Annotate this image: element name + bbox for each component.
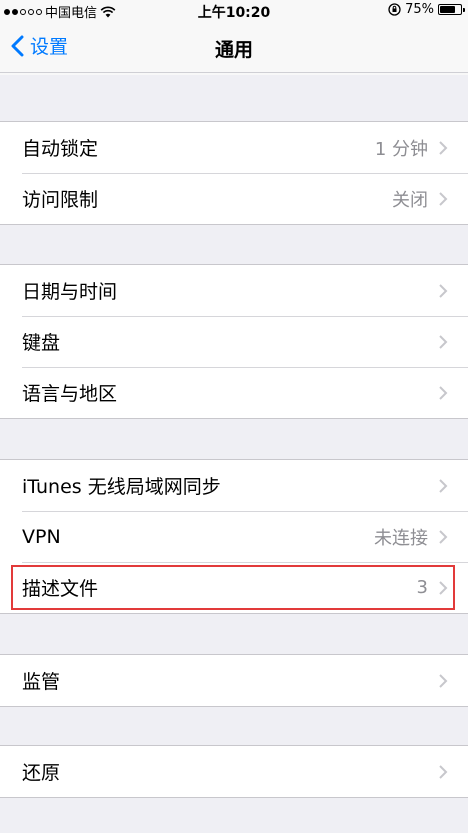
chevron-right-icon	[439, 141, 448, 155]
settings-group-network: iTunes 无线局域网同步 VPN 未连接 描述文件 3	[0, 459, 468, 614]
chevron-right-icon	[439, 192, 448, 206]
settings-group-lock: 自动锁定 1 分钟 访问限制 关闭	[0, 121, 468, 225]
row-value: 1 分钟	[374, 138, 428, 160]
settings-group-locale: 日期与时间 键盘 语言与地区	[0, 264, 468, 419]
supervision-row[interactable]: 监管	[0, 655, 468, 706]
status-right: 75%	[388, 2, 465, 17]
row-label: 自动锁定	[22, 138, 99, 160]
chevron-right-icon	[439, 581, 448, 595]
profiles-row[interactable]: 描述文件 3	[0, 562, 468, 613]
row-value: 关闭	[392, 189, 428, 211]
screen: 中国电信 上午10:20 75% 设置 通用 自动锁定 1 分钟 访问限制 关闭…	[0, 0, 468, 833]
nav-divider	[0, 72, 468, 73]
chevron-right-icon	[439, 674, 448, 688]
row-label: 还原	[22, 762, 61, 784]
chevron-right-icon	[439, 386, 448, 400]
vpn-row[interactable]: VPN 未连接	[0, 511, 468, 562]
chevron-right-icon	[439, 479, 448, 493]
top-bar: 中国电信 上午10:20 75% 设置 通用	[0, 0, 468, 75]
restrictions-row[interactable]: 访问限制 关闭	[0, 173, 468, 224]
row-label: 监管	[22, 671, 61, 693]
row-label: iTunes 无线局域网同步	[22, 476, 221, 498]
chevron-right-icon	[439, 530, 448, 544]
battery-icon	[438, 4, 465, 15]
chevron-right-icon	[439, 765, 448, 779]
row-label: 访问限制	[22, 189, 99, 211]
keyboard-row[interactable]: 键盘	[0, 316, 468, 367]
chevron-right-icon	[439, 284, 448, 298]
language-region-row[interactable]: 语言与地区	[0, 367, 468, 418]
auto-lock-row[interactable]: 自动锁定 1 分钟	[0, 122, 468, 173]
battery-percent: 75%	[405, 2, 434, 17]
orientation-lock-icon	[388, 3, 401, 16]
settings-group-supervision: 监管	[0, 654, 468, 707]
status-bar: 中国电信 上午10:20 75%	[0, 0, 468, 22]
row-label: 描述文件	[22, 578, 99, 600]
settings-group-reset: 还原	[0, 745, 468, 798]
date-time-row[interactable]: 日期与时间	[0, 265, 468, 316]
row-label: VPN	[22, 525, 61, 548]
page-title: 通用	[214, 39, 253, 61]
row-value: 3	[416, 577, 428, 598]
navigation-bar: 设置 通用	[0, 22, 468, 72]
row-label: 语言与地区	[22, 383, 118, 405]
row-label: 日期与时间	[22, 281, 118, 303]
reset-row[interactable]: 还原	[0, 746, 468, 797]
itunes-wifi-sync-row[interactable]: iTunes 无线局域网同步	[0, 460, 468, 511]
row-value: 未连接	[374, 527, 428, 549]
row-label: 键盘	[22, 332, 61, 354]
chevron-right-icon	[439, 335, 448, 349]
